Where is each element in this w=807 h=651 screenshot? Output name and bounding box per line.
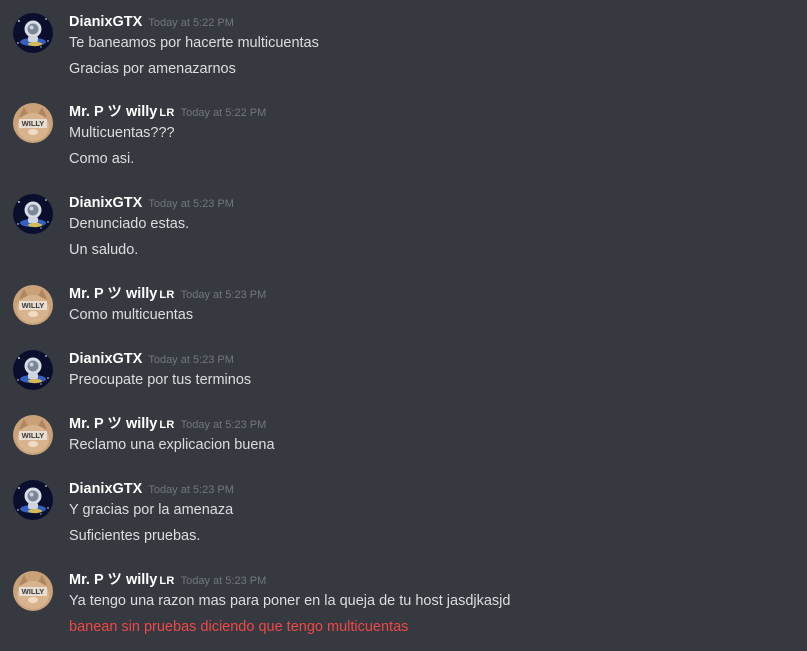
username[interactable]: Mr. P ツ willy [69, 416, 157, 432]
timestamp[interactable]: Today at 5:22 PM [148, 17, 234, 29]
role-badge: LR [159, 419, 175, 431]
cat-willy-avatar-icon[interactable] [13, 103, 53, 143]
message-text: Y gracias por la amenaza [69, 502, 234, 518]
message-text: Suficientes pruebas. [69, 528, 201, 544]
message-text: Preocupate por tus terminos [69, 372, 252, 388]
message-text: Multicuentas??? [69, 125, 175, 141]
timestamp[interactable]: Today at 5:23 PM [148, 354, 234, 366]
timestamp[interactable]: Today at 5:23 PM [148, 484, 234, 496]
message-header: DianixGTX Today at 5:23 PM [69, 193, 234, 214]
role-badge: LR [159, 575, 175, 587]
message-header: Mr. P ツ willy LR Today at 5:23 PM [69, 570, 266, 591]
username[interactable]: Mr. P ツ willy [69, 104, 157, 120]
message-text: Te baneamos por hacerte multicuentas [69, 35, 319, 51]
cat-willy-avatar-icon[interactable] [13, 415, 53, 455]
username[interactable]: Mr. P ツ willy [69, 286, 157, 302]
chat-messages: DianixGTX Today at 5:22 PM Te baneamos po… [0, 0, 807, 651]
username[interactable]: DianixGTX [69, 14, 142, 30]
message-header: DianixGTX Today at 5:23 PM [69, 479, 234, 500]
message-header: DianixGTX Today at 5:22 PM [69, 12, 234, 33]
message-text: Reclamo una explicacion buena [69, 437, 275, 453]
username[interactable]: DianixGTX [69, 195, 142, 211]
timestamp[interactable]: Today at 5:23 PM [148, 198, 234, 210]
message-text: Como multicuentas [69, 307, 194, 323]
username[interactable]: DianixGTX [69, 481, 142, 497]
message-text: Gracias por amenazarnos [69, 61, 236, 77]
message-text: Como asi. [69, 151, 135, 167]
astronaut-avatar-icon[interactable] [13, 350, 53, 390]
message-header: Mr. P ツ willy LR Today at 5:23 PM [69, 414, 266, 435]
message-header: Mr. P ツ willy LR Today at 5:22 PM [69, 102, 266, 123]
cat-willy-avatar-icon[interactable] [13, 285, 53, 325]
astronaut-avatar-icon[interactable] [13, 13, 53, 53]
username[interactable]: DianixGTX [69, 351, 142, 367]
message-text-highlighted: banean sin pruebas diciendo que tengo mu… [69, 619, 409, 635]
timestamp[interactable]: Today at 5:23 PM [181, 575, 267, 587]
timestamp[interactable]: Today at 5:23 PM [181, 419, 267, 431]
astronaut-avatar-icon[interactable] [13, 194, 53, 234]
username[interactable]: Mr. P ツ willy [69, 572, 157, 588]
role-badge: LR [159, 107, 175, 119]
timestamp[interactable]: Today at 5:22 PM [181, 107, 267, 119]
role-badge: LR [159, 289, 175, 301]
message-header: Mr. P ツ willy LR Today at 5:23 PM [69, 284, 266, 305]
message-text: Un saludo. [69, 242, 139, 258]
cat-willy-avatar-icon[interactable] [13, 571, 53, 611]
message-header: DianixGTX Today at 5:23 PM [69, 349, 234, 370]
timestamp[interactable]: Today at 5:23 PM [181, 289, 267, 301]
message-text: Ya tengo una razon mas para poner en la … [69, 593, 511, 609]
astronaut-avatar-icon[interactable] [13, 480, 53, 520]
message-text: Denunciado estas. [69, 216, 190, 232]
